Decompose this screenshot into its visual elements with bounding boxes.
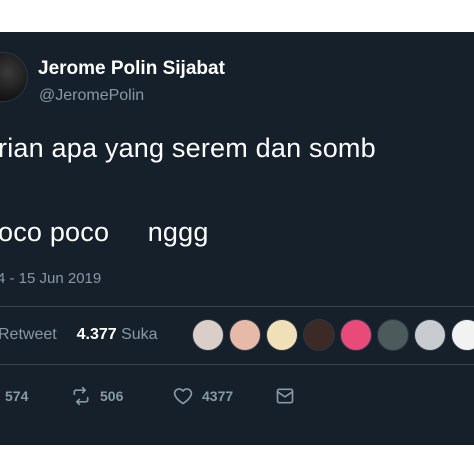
screenshot-canvas: Jerome Polin Sijabat @JeromePolin rian a…	[0, 0, 474, 474]
tweet-text-line-2: oco poco nggg	[0, 217, 209, 247]
engagement-stats: Retweet 4.377 Suka	[0, 326, 158, 344]
author-avatar[interactable]	[0, 52, 28, 102]
reply-button[interactable]: 574	[5, 384, 28, 408]
share-button[interactable]	[274, 384, 296, 408]
divider-bottom	[0, 364, 474, 365]
tweet-text-line-1: rian apa yang serem dan somb	[0, 133, 376, 163]
liker-avatar-5[interactable]	[340, 319, 372, 351]
divider-top	[0, 306, 474, 307]
liker-avatar-8[interactable]	[451, 319, 474, 351]
tweet-card: Jerome Polin Sijabat @JeromePolin rian a…	[0, 32, 474, 445]
tweet-timestamp[interactable]: 4 - 15 Jun 2019	[0, 270, 101, 287]
reply-count: 574	[5, 388, 29, 404]
likes-stat-label[interactable]: Suka	[121, 326, 157, 343]
retweet-count: 506	[100, 388, 124, 404]
retweets-stat-label[interactable]: Retweet	[0, 326, 57, 343]
heart-icon	[172, 386, 194, 406]
author-display-name[interactable]: Jerome Polin Sijabat	[38, 58, 225, 80]
likes-stat-count[interactable]: 4.377	[77, 326, 117, 343]
liker-avatar-2[interactable]	[229, 319, 261, 351]
likers-avatar-row	[192, 319, 474, 351]
author-handle[interactable]: @JeromePolin	[39, 87, 144, 105]
liker-avatar-7[interactable]	[414, 319, 446, 351]
like-button[interactable]: 4377	[172, 384, 233, 408]
like-count: 4377	[202, 388, 234, 404]
liker-avatar-3[interactable]	[266, 319, 298, 351]
share-icon	[274, 386, 296, 406]
tweet-actions: 574 506 4377	[0, 384, 474, 408]
retweet-button[interactable]: 506	[70, 384, 123, 408]
liker-avatar-6[interactable]	[377, 319, 409, 351]
retweet-icon	[70, 386, 92, 406]
liker-avatar-4[interactable]	[303, 319, 335, 351]
liker-avatar-1[interactable]	[192, 319, 224, 351]
